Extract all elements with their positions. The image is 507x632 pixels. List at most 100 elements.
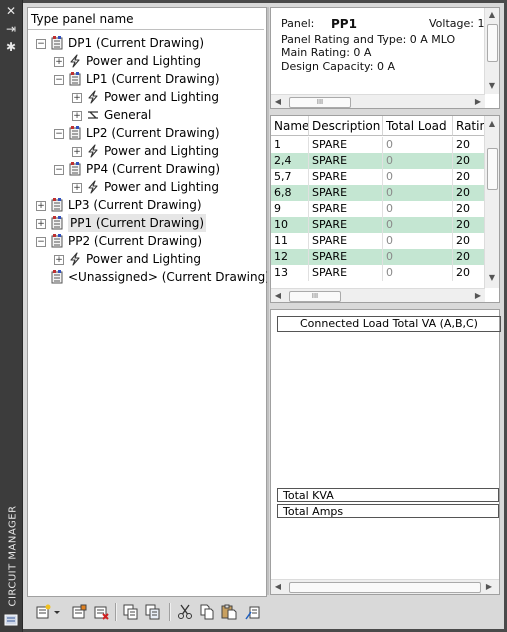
circuit-manager-body: Type panel name − DP1 (Current Drawing) + P… bbox=[23, 3, 504, 629]
tree-node[interactable]: + General bbox=[28, 106, 264, 124]
tree-node[interactable]: + Power and Lighting bbox=[28, 88, 264, 106]
paste-icon[interactable] bbox=[221, 604, 237, 620]
tree-node-label: Power and Lighting bbox=[104, 90, 219, 104]
cell-total-load: 0 bbox=[383, 217, 453, 233]
panel-icon bbox=[50, 234, 64, 248]
tree-node[interactable]: − PP4 (Current Drawing) bbox=[28, 160, 264, 178]
expand-icon[interactable]: + bbox=[36, 219, 46, 229]
select-in-drawing-icon[interactable] bbox=[245, 604, 261, 620]
collapse-icon[interactable]: − bbox=[54, 165, 64, 175]
table-row[interactable]: 10 SPARE 0 20 bbox=[271, 217, 493, 233]
collapse-icon[interactable]: − bbox=[54, 75, 64, 85]
panel-tree-pane: Type panel name − DP1 (Current Drawing) + P… bbox=[27, 7, 270, 597]
expand-icon[interactable]: + bbox=[72, 93, 82, 103]
expand-icon[interactable]: + bbox=[72, 111, 82, 121]
panel-icon bbox=[68, 72, 82, 86]
scroll-right-icon[interactable]: ▶ bbox=[485, 583, 493, 591]
info-horizontal-scrollbar[interactable]: ◀ III ▶ bbox=[271, 94, 485, 108]
properties-icon[interactable]: ✱ bbox=[4, 40, 18, 54]
pane-splitter[interactable] bbox=[267, 7, 269, 595]
table-row[interactable]: 1 SPARE 0 20 bbox=[271, 137, 493, 153]
tree-node[interactable]: + Power and Lighting bbox=[28, 250, 264, 268]
tree-node-label: LP1 (Current Drawing) bbox=[86, 72, 220, 86]
scroll-up-icon[interactable]: ▲ bbox=[488, 11, 496, 19]
scroll-down-icon[interactable]: ▼ bbox=[488, 82, 496, 90]
tree-node[interactable]: − PP2 (Current Drawing) bbox=[28, 232, 264, 250]
cell-description: SPARE bbox=[309, 217, 383, 233]
expand-icon[interactable]: + bbox=[54, 255, 64, 265]
cell-description: SPARE bbox=[309, 265, 383, 281]
tree-node[interactable]: + Power and Lighting bbox=[28, 52, 264, 70]
tree-node[interactable]: − LP2 (Current Drawing) bbox=[28, 124, 264, 142]
scroll-up-icon[interactable]: ▲ bbox=[488, 120, 496, 128]
circuit-grid: Name Description Total Load Ratin 1 SPARE 0 20… bbox=[270, 115, 500, 303]
table-row[interactable]: 2,4 SPARE 0 20 bbox=[271, 153, 493, 169]
tree-node[interactable]: + PP1 (Current Drawing) bbox=[28, 214, 264, 232]
power-lighting-icon bbox=[68, 54, 82, 68]
tree-node[interactable]: + LP3 (Current Drawing) bbox=[28, 196, 264, 214]
voltage-label: Voltage: 12 bbox=[429, 17, 492, 30]
expand-icon[interactable]: + bbox=[36, 201, 46, 211]
table-row[interactable]: 5,7 SPARE 0 20 bbox=[271, 169, 493, 185]
scroll-down-icon[interactable]: ▼ bbox=[488, 274, 496, 282]
load-horizontal-scrollbar[interactable]: ◀ ▶ bbox=[271, 579, 499, 594]
table-row[interactable]: 12 SPARE 0 20 bbox=[271, 249, 493, 265]
tree-node-label: Power and Lighting bbox=[104, 180, 219, 194]
table-row[interactable]: 13 SPARE 0 20 bbox=[271, 265, 493, 281]
expand-icon[interactable]: + bbox=[54, 57, 64, 67]
paste-circuit-icon[interactable] bbox=[145, 604, 161, 620]
scroll-thumb[interactable] bbox=[487, 148, 498, 190]
expand-icon[interactable]: + bbox=[72, 183, 82, 193]
table-row[interactable]: 6,8 SPARE 0 20 bbox=[271, 185, 493, 201]
tree-node[interactable]: + Power and Lighting bbox=[28, 178, 264, 196]
panel-search-input[interactable]: Type panel name bbox=[28, 8, 264, 30]
new-panel-icon[interactable] bbox=[35, 604, 51, 620]
circuit-manager-icon bbox=[4, 614, 18, 626]
load-summary-box: Connected Load Total VA (A,B,C) Total KV… bbox=[270, 309, 501, 595]
scroll-thumb[interactable]: III bbox=[289, 97, 351, 108]
table-row[interactable]: 11 SPARE 0 20 bbox=[271, 233, 493, 249]
grid-horizontal-scrollbar[interactable]: ◀ III ▶ bbox=[271, 288, 485, 302]
tree-node-label: LP3 (Current Drawing) bbox=[68, 198, 202, 212]
table-row[interactable]: 9 SPARE 0 20 bbox=[271, 201, 493, 217]
scroll-right-icon[interactable]: ▶ bbox=[474, 292, 482, 300]
close-icon[interactable]: ✕ bbox=[4, 4, 18, 18]
column-header[interactable]: Total Load bbox=[383, 116, 453, 136]
panel-rating-type: Panel Rating and Type: 0 A MLO bbox=[281, 33, 456, 46]
cut-icon[interactable] bbox=[177, 604, 193, 620]
autohide-icon[interactable]: ⇥ bbox=[4, 22, 18, 36]
palette-title-text: CIRCUIT MANAGER bbox=[7, 505, 19, 607]
collapse-icon[interactable]: − bbox=[54, 129, 64, 139]
scroll-thumb[interactable] bbox=[289, 582, 481, 593]
expand-icon[interactable]: + bbox=[72, 147, 82, 157]
collapse-icon[interactable]: − bbox=[36, 39, 46, 49]
panel-properties-icon[interactable] bbox=[71, 604, 87, 620]
scroll-left-icon[interactable]: ◀ bbox=[274, 583, 282, 591]
scroll-right-icon[interactable]: ▶ bbox=[474, 98, 482, 106]
palette-title[interactable]: CIRCUIT MANAGER bbox=[2, 500, 20, 610]
collapse-icon[interactable]: − bbox=[36, 237, 46, 247]
panel-icon bbox=[68, 126, 82, 140]
copy-icon[interactable] bbox=[199, 604, 215, 620]
grid-vertical-scrollbar[interactable]: ▲ ▼ bbox=[484, 116, 499, 288]
scroll-thumb[interactable]: III bbox=[289, 291, 341, 302]
scroll-left-icon[interactable]: ◀ bbox=[274, 98, 282, 106]
dropdown-arrow-icon[interactable] bbox=[53, 604, 61, 620]
cell-total-load: 0 bbox=[383, 249, 453, 265]
tree-node[interactable]: − LP1 (Current Drawing) bbox=[28, 70, 264, 88]
tree-node[interactable]: + Power and Lighting bbox=[28, 142, 264, 160]
column-header[interactable]: Name bbox=[271, 116, 309, 136]
copy-circuit-icon[interactable] bbox=[123, 604, 139, 620]
general-system-icon bbox=[86, 108, 100, 122]
tree-node[interactable]: − DP1 (Current Drawing) bbox=[28, 34, 264, 52]
tree-node[interactable]: <Unassigned> (Current Drawing) bbox=[28, 268, 270, 286]
delete-panel-icon[interactable] bbox=[93, 604, 109, 620]
panel-info-box: Panel: PP1 Voltage: 12 Panel Rating and … bbox=[270, 7, 500, 109]
power-lighting-icon bbox=[86, 144, 100, 158]
scroll-thumb[interactable] bbox=[487, 24, 498, 62]
column-header[interactable]: Description bbox=[309, 116, 383, 136]
scroll-left-icon[interactable]: ◀ bbox=[274, 292, 282, 300]
cell-name: 13 bbox=[271, 265, 309, 281]
info-vertical-scrollbar[interactable]: ▲ ▼ bbox=[484, 8, 499, 94]
panel-icon bbox=[68, 162, 82, 176]
